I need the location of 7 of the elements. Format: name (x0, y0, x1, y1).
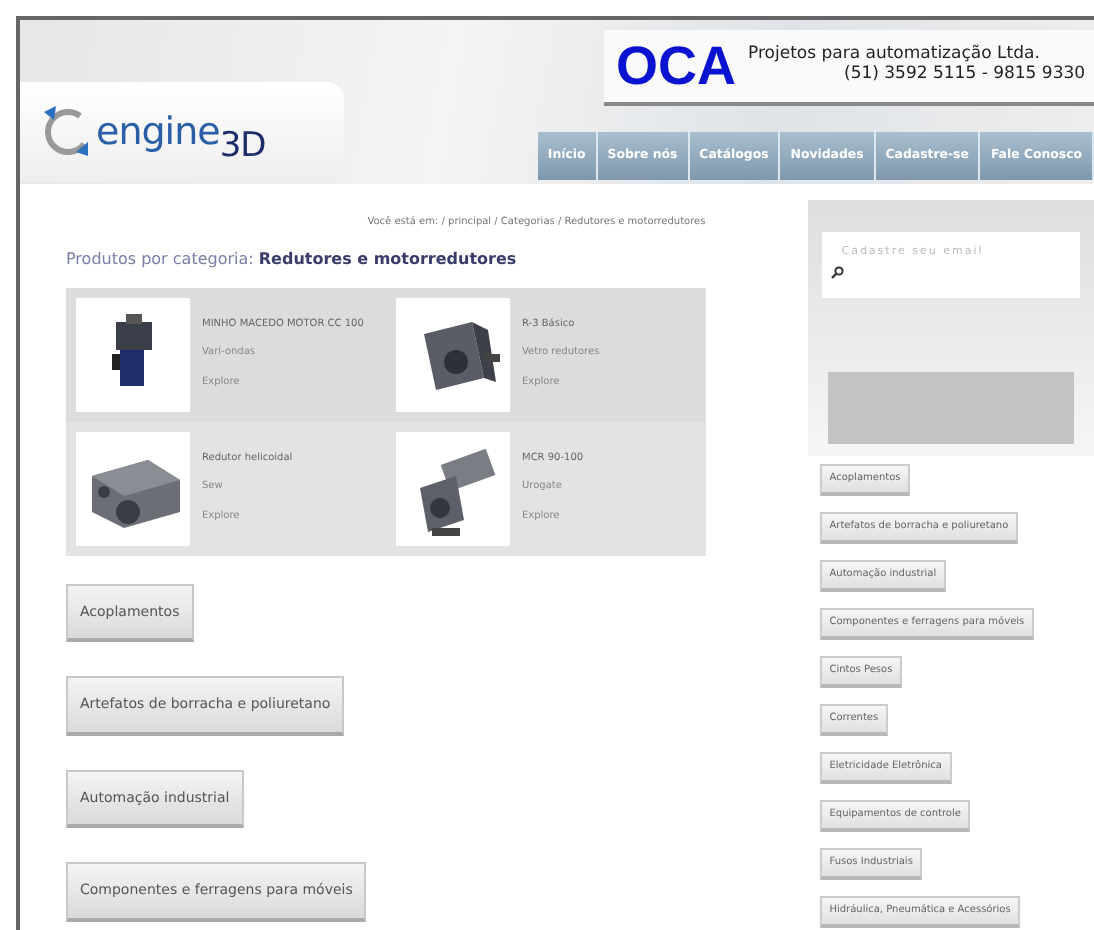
phone-number: (51) 3592 5115 - 9815 9330 (842, 66, 1086, 86)
circular-arrows-icon (40, 104, 92, 160)
search-icon[interactable] (829, 266, 844, 280)
brand-name: OCA (616, 39, 736, 93)
tagline: Projetos para automatização Ltda. (748, 46, 1042, 65)
page-heading: Produtos por categoria: Redutores e motorredutores (66, 247, 519, 271)
logo-text: engine$_{3D}$ (96, 107, 266, 161)
